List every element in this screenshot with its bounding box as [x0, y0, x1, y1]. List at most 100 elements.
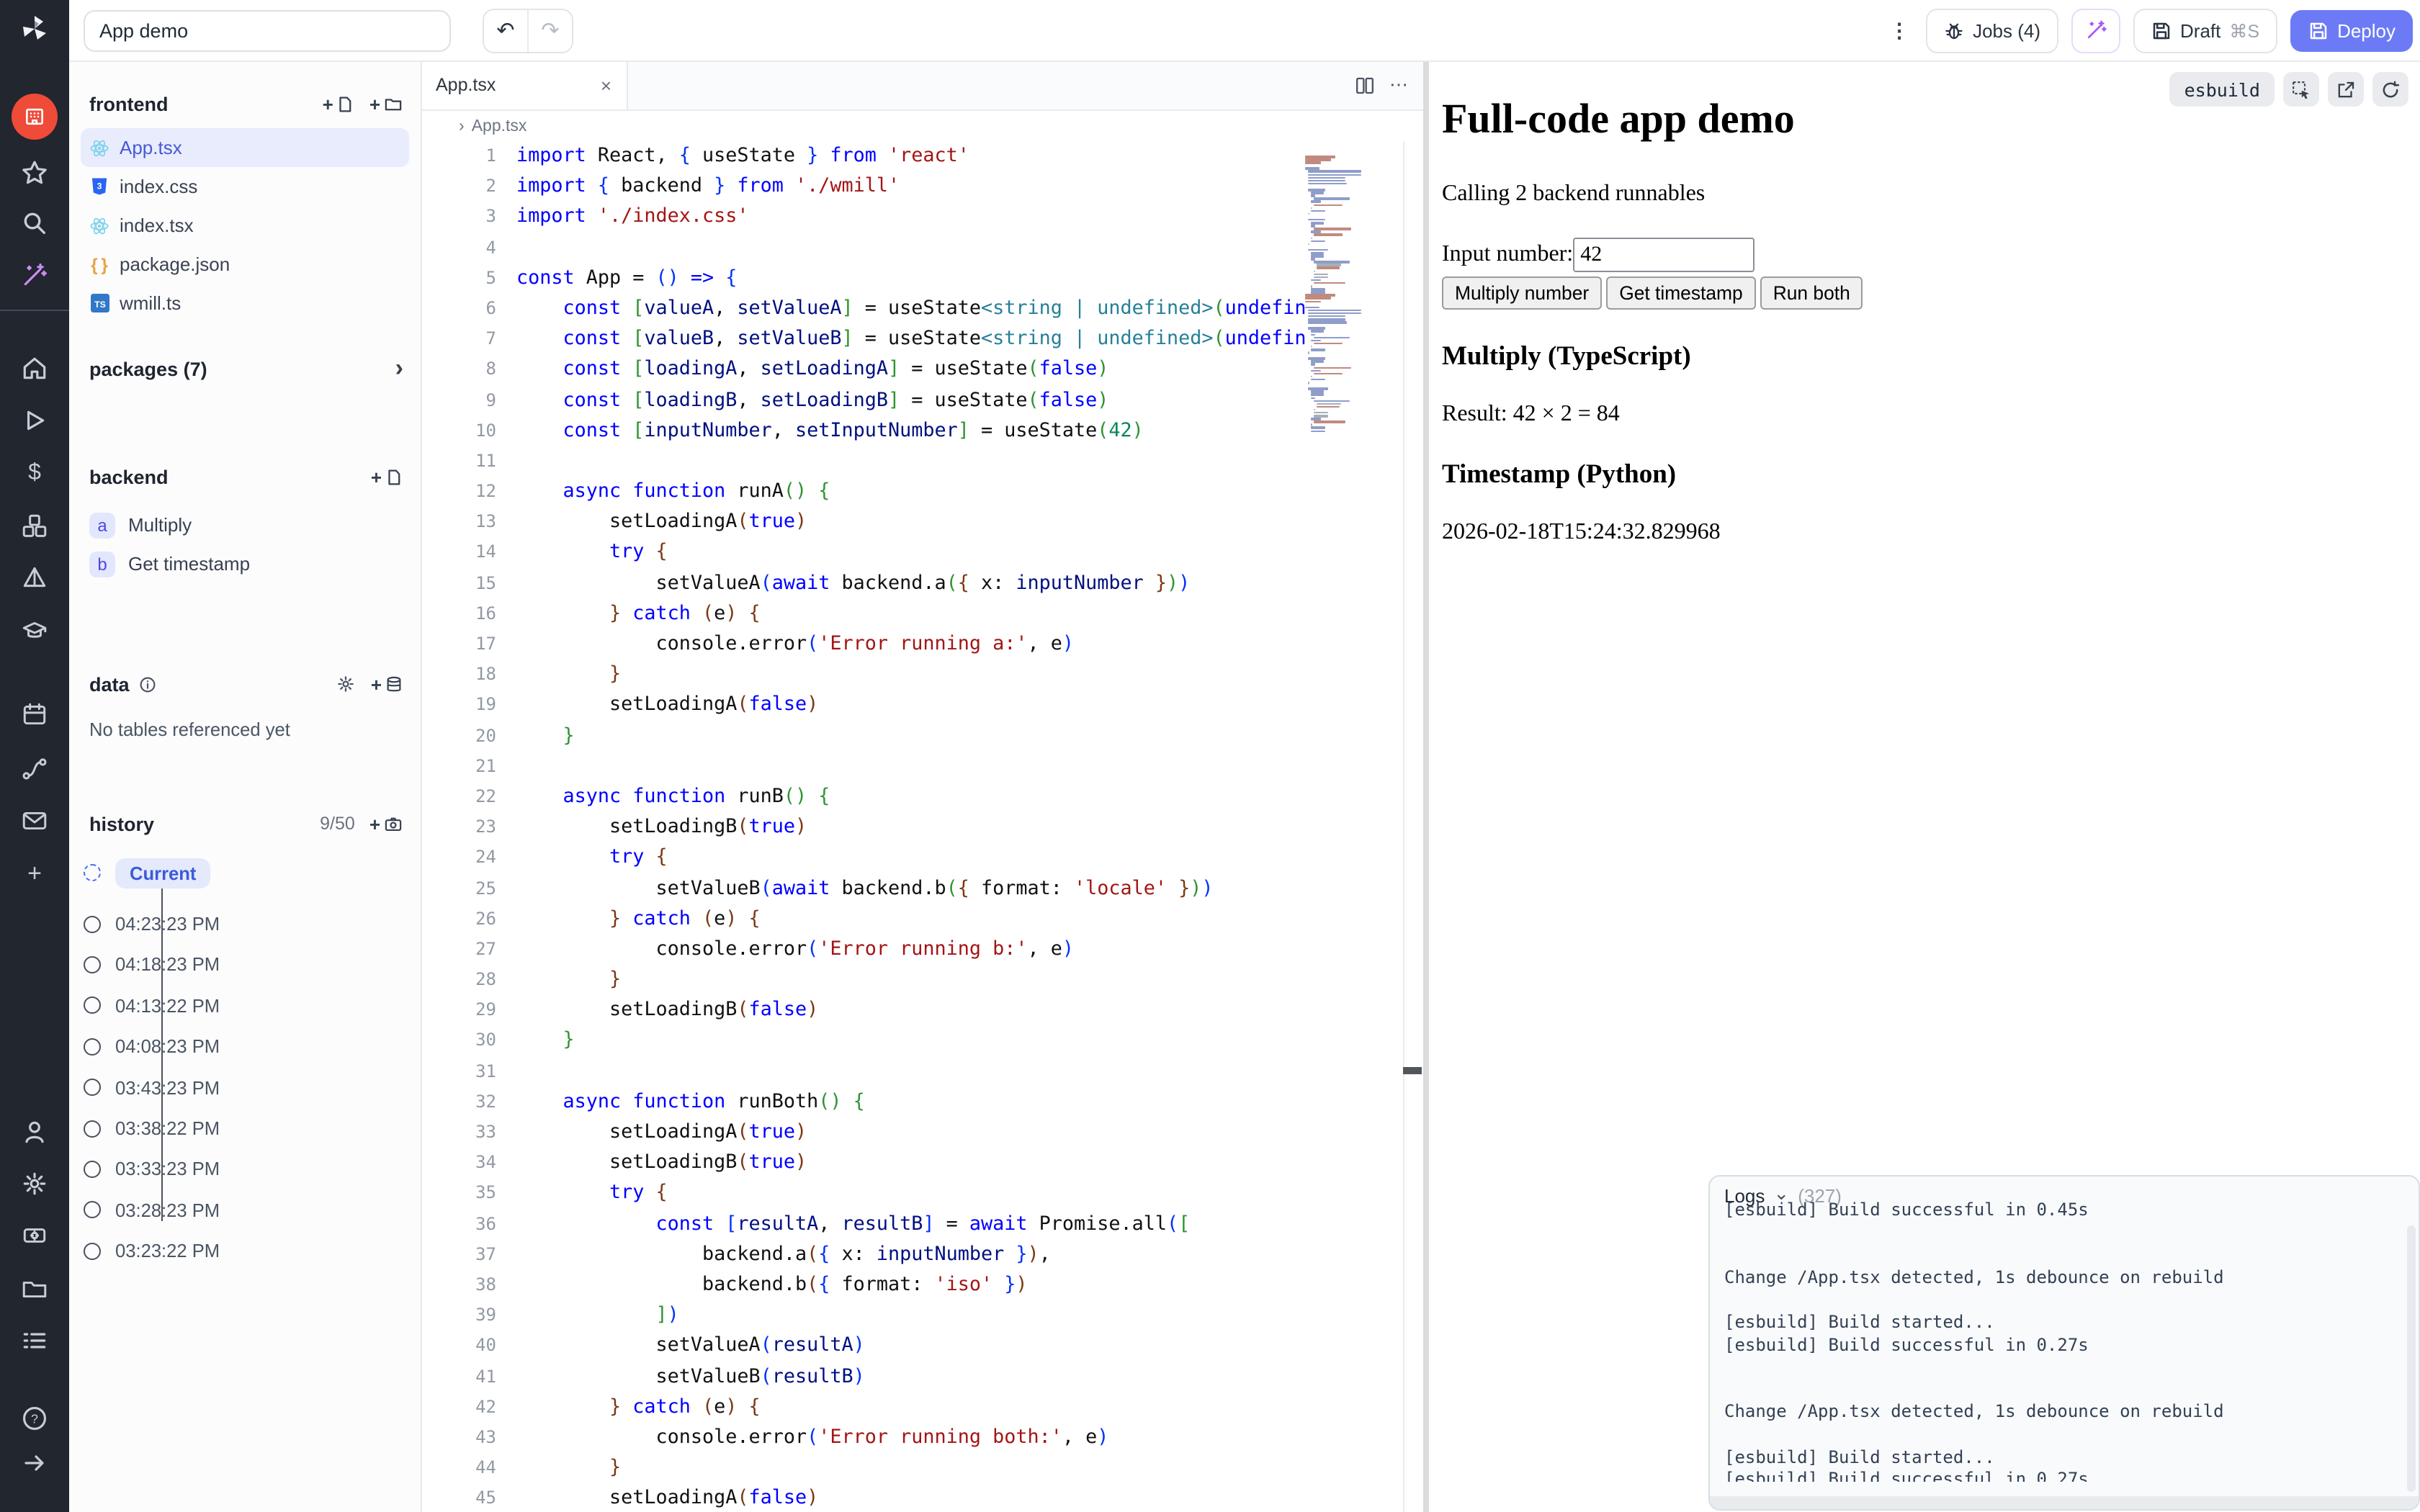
input-number-label: Input number: [1442, 242, 1573, 268]
file-row-app-tsx[interactable]: App.tsx [81, 128, 409, 167]
log-line: [esbuild] Build successful in 0.27s [1724, 1334, 2404, 1356]
run-both-button[interactable]: Run both [1760, 276, 1863, 310]
code-line: 4 [421, 233, 1422, 263]
split-editor-icon[interactable] [1353, 74, 1375, 96]
code-line: 38 backend.b({ format: 'iso' }) [421, 1270, 1422, 1300]
code-line: 30 } [421, 1026, 1422, 1056]
home-icon[interactable] [21, 355, 48, 382]
add-plus-icon[interactable]: + [27, 860, 42, 888]
panel-divider[interactable] [1422, 60, 1429, 1512]
draft-button[interactable]: Draft ⌘S [2133, 8, 2277, 53]
variables-dollar-icon[interactable]: $ [28, 461, 41, 487]
packages-title: packages (7) [89, 358, 207, 379]
get-timestamp-button[interactable]: Get timestamp [1606, 276, 1756, 310]
history-current-row[interactable]: Current [69, 852, 421, 894]
editor-kebab-icon[interactable]: ⋯ [1389, 73, 1408, 96]
file-row-index-css[interactable]: 3 index.css [81, 167, 409, 206]
esbuild-badge[interactable]: esbuild [2170, 72, 2275, 107]
snapshot-camera-button[interactable]: + [369, 813, 403, 834]
data-settings-gear-icon[interactable] [336, 674, 357, 694]
schedules-calendar-icon[interactable] [21, 701, 48, 728]
multiply-result: Result: 42 × 2 = 84 [1442, 402, 2403, 428]
add-folder-button[interactable]: + [369, 93, 403, 114]
chevron-right-icon[interactable]: › [395, 354, 403, 383]
data-section-header: data + [69, 667, 421, 701]
history-item[interactable]: 03:33:23 PM [69, 1148, 421, 1189]
expand-arrow-icon[interactable] [22, 1450, 48, 1476]
panel-resize-handle[interactable] [1403, 1067, 1422, 1074]
redo-button[interactable]: ↷ [527, 9, 572, 51]
favorites-star-icon[interactable] [21, 159, 48, 186]
code-line: 17 console.error('Error running a:', e) [421, 629, 1422, 660]
windmill-logo-icon[interactable] [19, 13, 50, 45]
runnable-row-multiply[interactable]: a Multiply [69, 505, 421, 544]
audit-list-icon[interactable] [21, 1327, 48, 1354]
left-nav-rail: $ [0, 0, 69, 1512]
file-row-wmill-ts[interactable]: TS wmill.ts [81, 284, 409, 323]
file-row-package-json[interactable]: { } package.json [81, 245, 409, 284]
multiply-number-button[interactable]: Multiply number [1442, 276, 1602, 310]
tab-close-icon[interactable]: × [601, 74, 611, 96]
data-title: data [89, 673, 130, 695]
folders-icon[interactable] [21, 1275, 48, 1302]
undo-button[interactable]: ↶ [484, 9, 527, 51]
runs-play-icon[interactable] [21, 407, 48, 434]
logs-vertical-scrollbar[interactable] [2407, 1225, 2416, 1492]
log-lines[interactable]: [esbuild] Build successful in 0.45s Chan… [1710, 1200, 2419, 1482]
code-area[interactable]: 1import React, { useState } from 'react'… [421, 141, 1422, 1512]
resources-cubes-icon[interactable] [21, 512, 48, 539]
ai-wand-icon[interactable] [21, 261, 48, 289]
mail-icon[interactable] [21, 807, 48, 834]
refresh-icon[interactable] [2372, 72, 2408, 107]
history-item[interactable]: 03:38:22 PM [69, 1108, 421, 1149]
rail-divider [0, 310, 69, 311]
prism-icon[interactable] [21, 564, 48, 591]
search-icon[interactable] [21, 210, 48, 237]
app-preview-content: Full-code app demo Calling 2 backend run… [1429, 60, 2420, 546]
add-table-button[interactable]: + [371, 673, 403, 695]
history-item[interactable]: 04:18:23 PM [69, 945, 421, 986]
help-icon[interactable]: ? [20, 1404, 49, 1433]
code-line: 5const App = () => { [421, 264, 1422, 294]
more-menu-icon[interactable]: ⋮ [1886, 18, 1912, 42]
runnable-badge-b: b [89, 551, 115, 577]
app-icon [12, 94, 58, 140]
history-time: 03:38:22 PM [115, 1117, 220, 1139]
history-item[interactable]: 03:23:22 PM [69, 1230, 421, 1272]
frontend-section-header: frontend + + [69, 86, 421, 121]
select-mode-button[interactable] [2283, 72, 2319, 107]
history-item[interactable]: 04:13:22 PM [69, 985, 421, 1026]
flows-route-icon[interactable] [21, 755, 48, 783]
info-icon[interactable] [138, 675, 157, 693]
logs-horizontal-scrollbar[interactable] [1710, 1496, 2419, 1509]
user-icon[interactable] [21, 1118, 48, 1146]
undo-redo-group: ↶ ↷ [483, 8, 573, 53]
add-file-button[interactable]: + [323, 93, 355, 114]
add-runnable-button[interactable]: + [371, 466, 403, 487]
code-line: 13 setLoadingA(true) [421, 508, 1422, 538]
runnable-row-get-timestamp[interactable]: b Get timestamp [69, 544, 421, 583]
deploy-button[interactable]: Deploy [2290, 9, 2413, 51]
workers-icon[interactable] [21, 1222, 48, 1249]
packages-section-header[interactable]: packages (7) › [69, 351, 421, 386]
minimap[interactable] [1304, 156, 1394, 1512]
history-item[interactable]: 04:08:23 PM [69, 1026, 421, 1067]
settings-gear-icon[interactable] [21, 1170, 48, 1197]
input-number-field[interactable] [1573, 238, 1754, 272]
breadcrumb[interactable]: › App.tsx [421, 111, 1422, 141]
history-item[interactable]: 03:43:23 PM [69, 1067, 421, 1108]
breadcrumb-file: App.tsx [472, 117, 527, 135]
history-item[interactable]: 04:23:23 PM [69, 904, 421, 945]
app-title-input[interactable] [84, 9, 451, 51]
tab-app-tsx[interactable]: App.tsx × [421, 60, 627, 109]
learn-cap-icon[interactable] [21, 617, 48, 644]
history-item[interactable]: 03:28:23 PM [69, 1189, 421, 1230]
apps-active-button[interactable] [12, 94, 58, 140]
ai-assistant-button[interactable] [2071, 8, 2120, 53]
code-line: 9 const [loadingB, setLoadingB] = useSta… [421, 385, 1422, 415]
jobs-button[interactable]: Jobs (4) [1925, 8, 2058, 53]
jobs-label: Jobs (4) [1973, 19, 2040, 41]
typescript-icon: TS [89, 294, 109, 312]
open-external-icon[interactable] [2328, 72, 2364, 107]
file-row-index-tsx[interactable]: index.tsx [81, 206, 409, 245]
